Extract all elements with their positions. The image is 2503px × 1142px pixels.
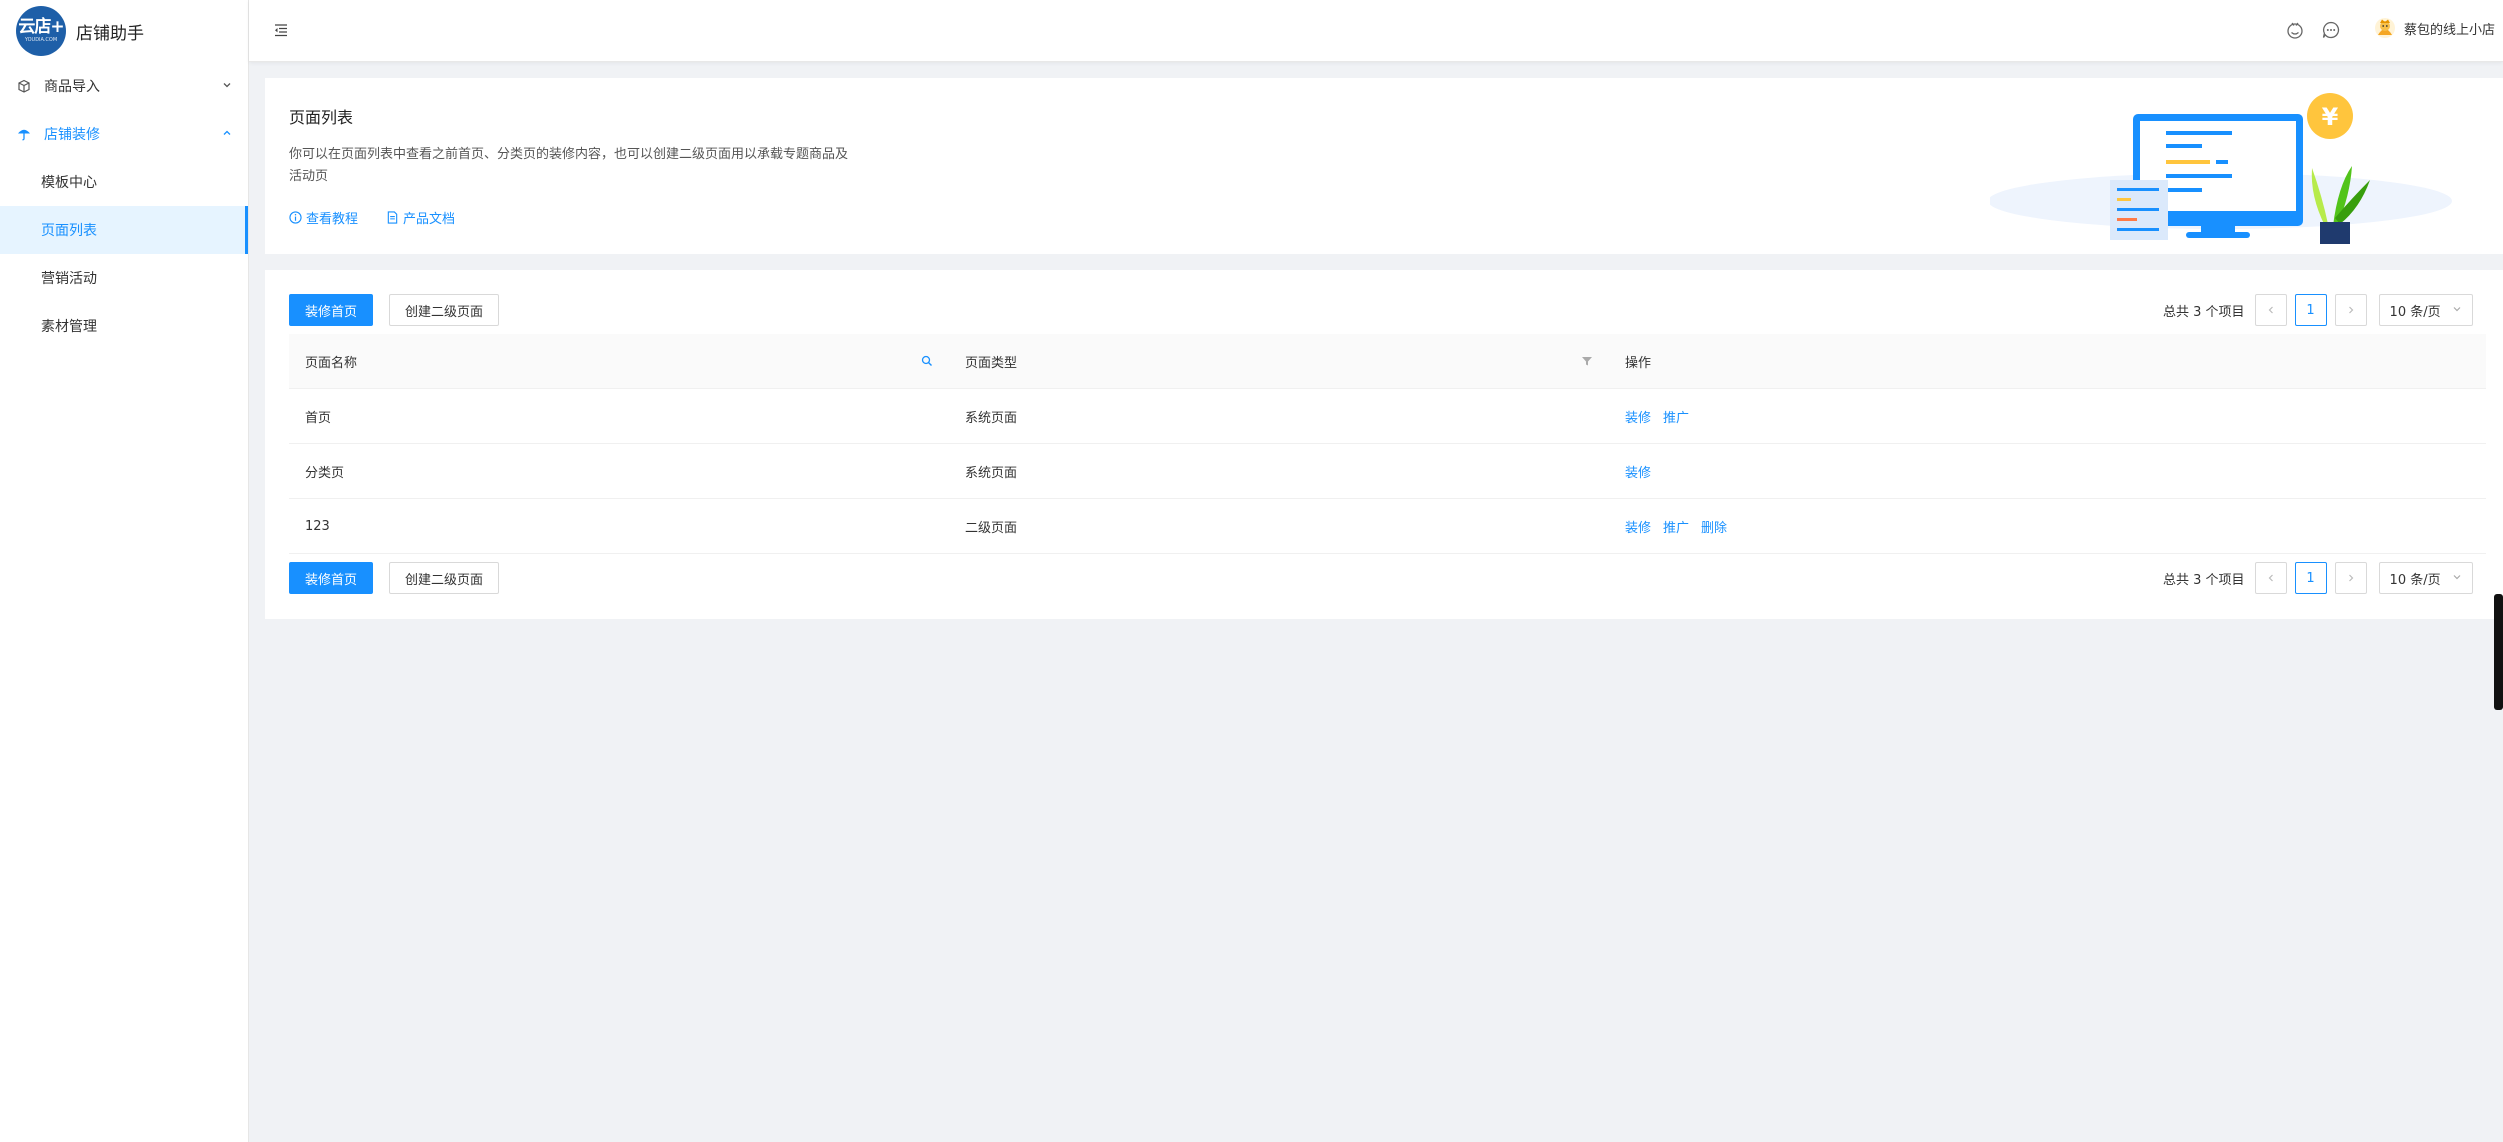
table-row: 首页 系统页面 装修 推广	[289, 389, 2486, 444]
page-table: 页面名称 页面类型 操作 首页 系统页面 装修 推广 分类页 系统页面 装修 1…	[289, 334, 2486, 554]
view-tutorial-link[interactable]: 查看教程	[289, 208, 358, 227]
app-title: 店铺助手	[76, 23, 144, 44]
table-row: 123 二级页面 装修 推广 删除	[289, 499, 2486, 554]
sidebar-group-label: 店铺装修	[44, 127, 100, 143]
sidebar-group-shop-decoration[interactable]: 店铺装修	[0, 110, 248, 158]
cell-actions: 装修 推广	[1609, 407, 2486, 426]
svg-text:¥: ¥	[2322, 103, 2339, 131]
sidebar-item-materials[interactable]: 素材管理	[0, 302, 248, 350]
intro-links: 查看教程 产品文档	[289, 208, 455, 227]
package-icon	[16, 78, 32, 94]
sidebar-item-label: 页面列表	[41, 223, 97, 239]
decorate-link[interactable]: 装修	[1625, 462, 1651, 481]
column-page-type: 页面类型	[949, 352, 1609, 371]
column-label: 页面类型	[965, 355, 1018, 371]
column-label: 操作	[1625, 355, 1652, 371]
search-icon[interactable]	[921, 355, 933, 367]
info-circle-icon	[289, 211, 302, 224]
brand[interactable]: 云店+ YOUDIA.COM 店铺助手	[0, 0, 248, 62]
cell-page-name: 123	[305, 518, 330, 534]
decorate-link[interactable]: 装修	[1625, 517, 1651, 536]
pagination-bottom: 总共 3 个项目 1 10 条/页	[2163, 562, 2473, 594]
filter-icon[interactable]	[1581, 355, 1593, 367]
page-list-card: 装修首页 创建二级页面 总共 3 个项目 1 10 条/页 页面名称 页面类型 …	[265, 270, 2503, 619]
brand-logo: 云店+ YOUDIA.COM	[16, 6, 66, 56]
table-header: 页面名称 页面类型 操作	[289, 334, 2486, 389]
avatar	[2374, 17, 2396, 39]
table-row: 分类页 系统页面 装修	[289, 444, 2486, 499]
create-subpage-button[interactable]: 创建二级页面	[389, 294, 500, 326]
page-number[interactable]: 1	[2294, 294, 2327, 326]
monitor-illustration: ¥	[1990, 93, 2452, 244]
cell-page-type: 系统页面	[965, 410, 1018, 426]
page-size-select[interactable]: 10 条/页	[2378, 294, 2473, 326]
user-menu[interactable]: 蔡包的线上小店	[2374, 17, 2495, 39]
chevron-right-icon[interactable]	[2334, 294, 2367, 326]
delete-link[interactable]: 删除	[1701, 517, 1727, 536]
chevron-left-icon[interactable]	[2254, 294, 2287, 326]
chevron-down-icon	[222, 80, 232, 93]
logo-subtext: YOUDIA.COM	[24, 37, 58, 43]
chevron-down-icon	[2452, 304, 2462, 317]
page-number[interactable]: 1	[2294, 562, 2327, 594]
sidebar-group-product-import[interactable]: 商品导入	[0, 62, 248, 110]
column-label: 页面名称	[305, 355, 358, 371]
page-description: 你可以在页面列表中查看之前首页、分类页的装修内容，也可以创建二级页面用以承载专题…	[289, 147, 849, 184]
sidebar-group-label: 商品导入	[44, 79, 100, 95]
chevron-right-icon[interactable]	[2334, 562, 2367, 594]
product-docs-label: 产品文档	[403, 212, 456, 227]
page-size-select[interactable]: 10 条/页	[2378, 562, 2473, 594]
product-docs-link[interactable]: 产品文档	[386, 208, 455, 227]
sidebar-item-template-center[interactable]: 模板中心	[0, 158, 248, 206]
decorate-home-button[interactable]: 装修首页	[289, 294, 374, 326]
page-size-value: 10 条/页	[2389, 572, 2441, 588]
file-icon	[387, 211, 398, 224]
column-actions: 操作	[1609, 352, 2486, 371]
top-header: 蔡包的线上小店	[249, 0, 2503, 62]
user-name: 蔡包的线上小店	[2404, 22, 2496, 38]
promote-link[interactable]: 推广	[1663, 407, 1689, 426]
umbrella-icon	[16, 126, 32, 142]
page-size-value: 10 条/页	[2389, 304, 2441, 320]
total-count: 总共 3 个项目	[2163, 304, 2245, 320]
create-subpage-button[interactable]: 创建二级页面	[389, 562, 500, 594]
logo-text: 云店+	[18, 17, 64, 37]
view-tutorial-label: 查看教程	[306, 212, 359, 227]
sidebar-item-marketing[interactable]: 营销活动	[0, 254, 248, 302]
sidebar-item-label: 模板中心	[41, 175, 97, 191]
decorate-link[interactable]: 装修	[1625, 407, 1651, 426]
toolbar-bottom: 装修首页 创建二级页面	[289, 562, 500, 594]
cell-actions: 装修 推广 删除	[1609, 517, 2486, 536]
cell-page-type: 系统页面	[965, 465, 1018, 481]
menu-fold-icon[interactable]	[273, 22, 289, 38]
chevron-left-icon[interactable]	[2254, 562, 2287, 594]
message-icon[interactable]	[2321, 20, 2341, 40]
sidebar-item-label: 营销活动	[41, 271, 97, 287]
intro-card: 页面列表 你可以在页面列表中查看之前首页、分类页的装修内容，也可以创建二级页面用…	[265, 78, 2503, 254]
page-title: 页面列表	[289, 108, 354, 127]
toolbar-top: 装修首页 创建二级页面	[289, 294, 500, 326]
cell-page-type: 二级页面	[965, 520, 1018, 536]
cell-page-name: 首页	[305, 410, 332, 426]
cell-page-name: 分类页	[305, 465, 345, 481]
column-page-name: 页面名称	[289, 352, 949, 371]
pagination-top: 总共 3 个项目 1 10 条/页	[2163, 294, 2473, 326]
sidebar-item-label: 素材管理	[41, 319, 97, 335]
robot-icon[interactable]	[2285, 20, 2305, 40]
promote-link[interactable]: 推广	[1663, 517, 1689, 536]
cell-actions: 装修	[1609, 462, 2486, 481]
scrollbar-thumb[interactable]	[2494, 594, 2503, 710]
chevron-up-icon	[222, 128, 232, 141]
chevron-down-icon	[2452, 572, 2462, 585]
decorate-home-button[interactable]: 装修首页	[289, 562, 374, 594]
total-count: 总共 3 个项目	[2163, 572, 2245, 588]
sidebar-item-page-list[interactable]: 页面列表	[0, 206, 248, 254]
sidebar: 云店+ YOUDIA.COM 店铺助手 商品导入 店铺装修 模板中心 页面列表 …	[0, 0, 249, 1142]
